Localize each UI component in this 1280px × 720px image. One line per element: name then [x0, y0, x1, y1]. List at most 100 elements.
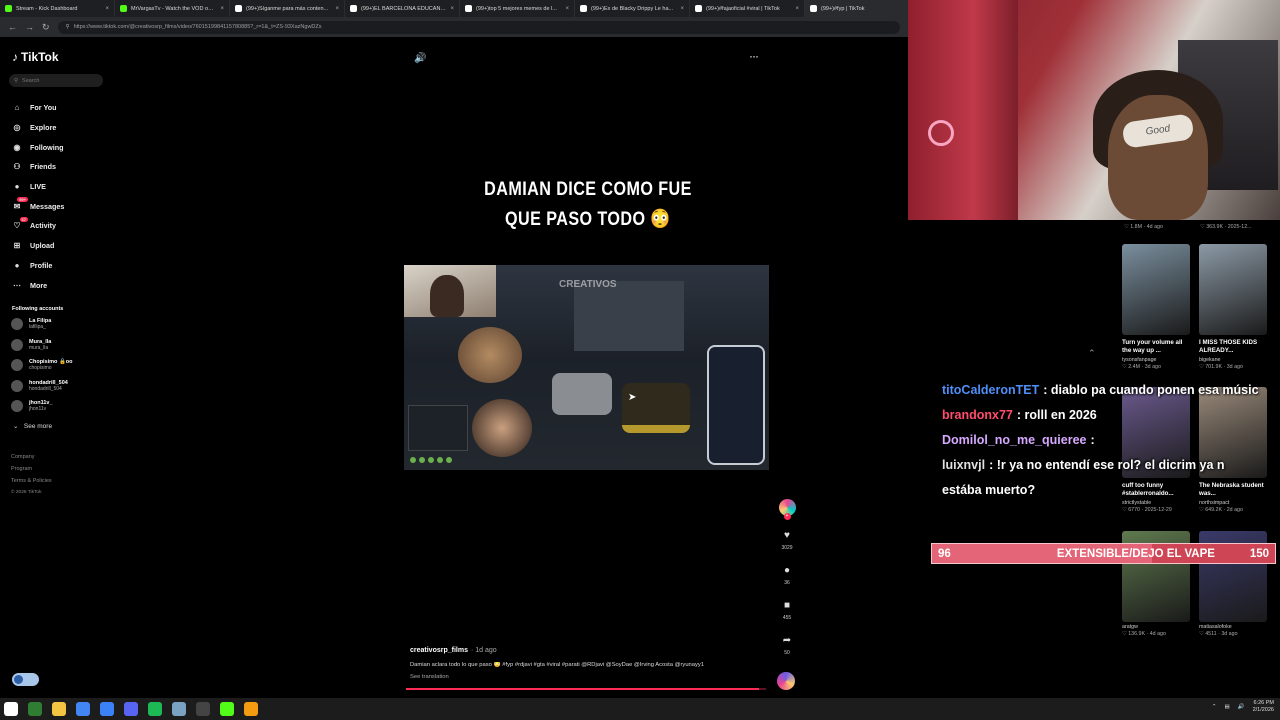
sidebar-item-upload[interactable]: ⊞ Upload: [11, 236, 64, 256]
recommended-video[interactable]: Turn your volume all the way up ... tyson…: [1122, 244, 1190, 370]
video-title: Turn your volume all the way up ...: [1122, 339, 1183, 354]
reload-icon[interactable]: ↻: [42, 22, 50, 33]
browser-tab[interactable]: (99+)Ex de Blacky Drippy Le ha... ×: [575, 0, 690, 17]
sidebar-item-label: Friends: [30, 162, 56, 172]
sidebar-item-explore[interactable]: ◎ Explore: [11, 118, 64, 138]
following-account[interactable]: Chopisimo 🔒oo chopisimo: [11, 359, 73, 371]
obs-icon[interactable]: [196, 702, 210, 716]
close-icon[interactable]: ×: [565, 6, 569, 12]
video-player[interactable]: 🔊 ··· DAMIAN DICE COMO FUE QUE PASO TODO…: [120, 37, 908, 692]
sidebar-item-following[interactable]: ◉ Following: [11, 137, 64, 157]
chrome-icon[interactable]: [76, 702, 90, 716]
following-account[interactable]: La Filipa lafilipa_: [11, 318, 51, 330]
following-account[interactable]: Mura_lla mura_lla: [11, 339, 51, 351]
see-more-button[interactable]: ⌄ See more: [13, 422, 52, 430]
footer-program-link[interactable]: Program: [11, 463, 52, 475]
footer-terms-link[interactable]: Terms & Policies: [11, 475, 52, 487]
forward-icon[interactable]: →: [25, 22, 34, 32]
creator-avatar[interactable]: +: [778, 499, 796, 520]
sidebar-item-profile[interactable]: ● Profile: [11, 256, 64, 276]
browser-tab[interactable]: Stream - Kick Dashboard ×: [0, 0, 115, 17]
video-progress-bar[interactable]: [406, 688, 766, 690]
more-icon: ⋯: [13, 280, 21, 290]
tab-label: (99+)Síganme para más conten...: [246, 5, 329, 12]
video-author[interactable]: bigekane: [1199, 357, 1267, 363]
tab-label: (99+)top 5 mejores memes de l...: [476, 5, 557, 12]
back-icon[interactable]: ←: [8, 22, 17, 32]
search-input[interactable]: ⚲ Search: [9, 74, 103, 87]
volume-icon[interactable]: 🔊: [414, 53, 426, 64]
comment-icon[interactable]: ●: [784, 565, 790, 576]
terminal-icon[interactable]: [28, 702, 42, 716]
video-thumbnail[interactable]: [1122, 244, 1190, 335]
browser-tab[interactable]: MrVargasTv - Watch the VOD on ... ×: [115, 0, 230, 17]
sidebar-item-for-you[interactable]: ⌂ For You: [11, 98, 64, 118]
chat-text: : rolll en 2026: [1016, 408, 1097, 422]
browser-tab[interactable]: (99+)top 5 mejores memes de l... ×: [460, 0, 575, 17]
author-name[interactable]: creativosrp_films: [410, 647, 468, 654]
url-text: https://www.tiktok.com/@creativosrp_film…: [73, 24, 322, 30]
chevron-down-icon: ⌄: [13, 423, 19, 430]
browser-tab[interactable]: (99+)EL BARCELONA EDUCANI... ×: [345, 0, 460, 17]
url-field[interactable]: ⚲ https://www.tiktok.com/@creativosrp_fi…: [57, 20, 900, 34]
footer-company-link[interactable]: Company: [11, 451, 52, 463]
speaker-icon[interactable]: 🔊: [1238, 704, 1245, 710]
sidebar-item-live[interactable]: ● LIVE: [11, 177, 64, 197]
video-description: Damian aclara todo lo que paso 😳 #fyp #r…: [410, 662, 705, 668]
tiktok-logo[interactable]: ♪ TikTok: [12, 50, 59, 64]
video-author[interactable]: tysonsfanpage: [1122, 357, 1190, 363]
sidebar-item-friends[interactable]: ⚇ Friends: [11, 157, 64, 177]
browser-tab[interactable]: (99+)#fajaoficial #viral | TikTok ×: [690, 0, 805, 17]
chat-username[interactable]: luixnvjl: [942, 453, 985, 478]
close-icon[interactable]: ×: [680, 6, 684, 12]
close-icon[interactable]: ×: [335, 6, 339, 12]
video-thumbnail[interactable]: [1199, 244, 1267, 335]
app-icon-2[interactable]: [172, 702, 186, 716]
see-translation-link[interactable]: See translation: [410, 674, 449, 680]
chat-message: luixnvjl: !r ya no entendí ese rol? el d…: [942, 453, 1280, 478]
chat-username[interactable]: Domilol_no_me_quieree: [942, 428, 1087, 453]
close-icon[interactable]: ×: [450, 6, 454, 12]
goal-target: 150: [1249, 547, 1269, 560]
folder-icon[interactable]: [52, 702, 66, 716]
clock[interactable]: 6:26 PM 2/1/2026: [1253, 700, 1274, 714]
start-icon[interactable]: [4, 702, 18, 716]
site-info-icon[interactable]: ⚲: [66, 24, 70, 30]
sidebar-item-activity[interactable]: ♡ 67 Activity: [11, 216, 64, 236]
display-toggle[interactable]: [12, 673, 39, 686]
chevron-up-icon[interactable]: ⌃: [1212, 704, 1217, 710]
chat-username[interactable]: brandonx77: [942, 403, 1013, 428]
scroll-up-icon[interactable]: ⌃: [1088, 348, 1096, 359]
app-icon-3[interactable]: [244, 702, 258, 716]
app-icon[interactable]: [100, 702, 114, 716]
hud-dots: [410, 457, 452, 463]
sidebar-item-more[interactable]: ⋯ More: [11, 275, 64, 295]
chat-username[interactable]: titoCalderonTET: [942, 378, 1039, 403]
following-account[interactable]: hondadrill_504 hondadrill_504: [11, 380, 68, 392]
spotify-icon[interactable]: [148, 702, 162, 716]
browser-tab[interactable]: (99+)Síganme para más conten... ×: [230, 0, 345, 17]
follow-plus-icon[interactable]: +: [783, 513, 791, 520]
browser-tab[interactable]: (99+)#fyp | TikTok×: [805, 0, 920, 17]
more-options-icon[interactable]: ···: [749, 49, 759, 63]
close-icon[interactable]: ×: [220, 6, 224, 12]
video-author[interactable]: matiasalofoke: [1199, 624, 1267, 630]
close-icon[interactable]: ×: [105, 6, 109, 12]
sidebar-item-messages[interactable]: ✉ 99+ Messages: [11, 196, 64, 216]
discord-icon[interactable]: [124, 702, 138, 716]
avatar: [11, 400, 23, 412]
close-icon[interactable]: ×: [795, 6, 799, 12]
tab-label: (99+)Ex de Blacky Drippy Le ha...: [591, 5, 674, 12]
recommended-video[interactable]: I MISS THOSE KIDS ALREADY... bigekane ♡ 70…: [1199, 244, 1267, 370]
share-icon[interactable]: ➦: [783, 635, 791, 646]
network-icon[interactable]: ▤: [1225, 704, 1230, 710]
heart-icon[interactable]: ♥: [784, 530, 790, 541]
streamer-cam-2: [458, 327, 522, 383]
bookmark-icon[interactable]: ■: [784, 600, 790, 611]
kick-icon[interactable]: [220, 702, 234, 716]
video-author[interactable]: aratgw: [1122, 624, 1190, 630]
chat-text: estába muerto?: [942, 483, 1036, 497]
music-disc-icon[interactable]: [777, 672, 795, 690]
following-account[interactable]: jhon11v_ jhon11v: [11, 400, 53, 412]
video-meta: ♡ 649.2K · 2d ago: [1199, 507, 1243, 513]
